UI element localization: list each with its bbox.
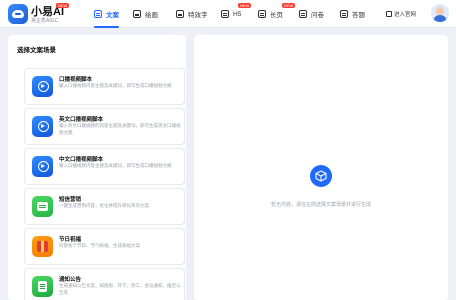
gift-icon bbox=[32, 236, 53, 257]
nav-item-long-page[interactable]: 长页 bbox=[258, 0, 283, 28]
document-icon bbox=[299, 10, 307, 18]
image-icon bbox=[176, 10, 184, 18]
scene-card-title: 通知公告 bbox=[59, 277, 82, 283]
scene-card-notice[interactable]: 通知公告 生成通知公告文案，如放假、开学、停工、会议通知、推迟公告等 bbox=[24, 268, 185, 300]
document-icon bbox=[221, 10, 229, 18]
scene-card-desc: 同意各个节日、节气祝福，生成祝福文案 bbox=[59, 243, 140, 248]
enter-website-link[interactable]: 进入官网 bbox=[386, 0, 416, 28]
scene-card-chinese-video[interactable]: 中文口播视频脚本 输入口播视频内容主题及关键词，即可生成口播视频文稿 bbox=[24, 148, 185, 185]
empty-state-text: 暂无内容，请在左侧选择文案场景并进行生成 bbox=[270, 202, 371, 208]
nav-item-effect-text[interactable]: 特效字 bbox=[176, 0, 208, 28]
scene-panel: 选择文案场景 口播视频脚本 输入口播视频内容主题及关键词，即可生成口播视频文稿 … bbox=[8, 35, 186, 300]
scene-card-title: 节日祝福 bbox=[59, 237, 82, 243]
notice-icon bbox=[32, 276, 53, 297]
nav-label: H5 bbox=[233, 10, 242, 18]
nav-label: 长页 bbox=[270, 12, 283, 19]
scene-card-oral-video[interactable]: 口播视频脚本 输入口播视频内容主题及关键词，即可生成口播视频文稿 bbox=[24, 68, 185, 105]
top-header: 小易AI NEW 易企秀AIGC 文案 绘画 特效字 H5 NEW 长页 NEW… bbox=[0, 0, 456, 28]
scene-card-sms-marketing[interactable]: 短信营销 一键生成营销内容，优化并提升转化率的文案 bbox=[24, 188, 185, 225]
enter-website-label: 进入官网 bbox=[394, 12, 417, 18]
nav-new-badge: NEW bbox=[282, 3, 296, 8]
avatar[interactable] bbox=[431, 4, 449, 22]
scene-card-desc: 输入口播视频内容主题及关键词，即可生成口播视频文稿 bbox=[59, 83, 172, 88]
nav-label: 绘画 bbox=[145, 12, 158, 19]
scene-card-english-video[interactable]: 英文口播视频脚本 输入英文口播视频的内容主题及关键词，即可生成英文口播视频文稿 bbox=[24, 108, 185, 145]
scene-card-title: 英文口播视频脚本 bbox=[59, 117, 104, 123]
document-icon bbox=[258, 10, 266, 18]
scene-card-holiday-wishes[interactable]: 节日祝福 同意各个节日、节气祝福，生成祝福文案 bbox=[24, 228, 185, 265]
scene-card-desc: 输入英文口播视频的内容主题及关键词，即可生成英文口播视频文稿 bbox=[59, 123, 181, 135]
document-icon bbox=[340, 10, 348, 18]
nav-item-survey[interactable]: 问卷 bbox=[299, 0, 324, 28]
nav-label: 文案 bbox=[106, 12, 119, 19]
scene-card-title: 口播视频脚本 bbox=[59, 77, 93, 83]
brand-subtitle: 易企秀AIGC bbox=[31, 18, 59, 24]
result-panel: 暂无内容，请在左侧选择文案场景并进行生成 bbox=[194, 35, 448, 300]
nav-item-copywriting[interactable]: 文案 bbox=[94, 0, 119, 28]
scene-card-desc: 输入口播视频内容主题及关键词，即可生成口播视频文稿 bbox=[59, 163, 172, 168]
nav-label: 问卷 bbox=[311, 12, 324, 19]
nav-new-badge: NEW bbox=[238, 3, 252, 8]
video-icon bbox=[32, 156, 53, 177]
cube-icon bbox=[310, 165, 332, 187]
scene-card-title: 中文口播视频脚本 bbox=[59, 157, 104, 163]
nav-item-painting[interactable]: 绘画 bbox=[133, 0, 158, 28]
document-icon bbox=[94, 10, 102, 18]
scene-card-desc: 一键生成营销内容，优化并提升转化率的文案 bbox=[59, 203, 149, 208]
image-icon bbox=[133, 10, 141, 18]
brand-new-badge: NEW bbox=[56, 3, 70, 8]
sms-icon bbox=[32, 196, 53, 217]
panel-title: 选择文案场景 bbox=[17, 47, 56, 54]
nav-item-quiz[interactable]: 答题 bbox=[340, 0, 365, 28]
logo-icon[interactable] bbox=[8, 4, 28, 24]
scene-card-desc: 生成通知公告文案，如放假、开学、停工、会议通知、推迟公告等 bbox=[59, 283, 181, 295]
scene-card-title: 短信营销 bbox=[59, 197, 82, 203]
video-icon bbox=[32, 116, 53, 137]
monitor-icon bbox=[386, 11, 392, 17]
nav-label: 答题 bbox=[352, 12, 365, 19]
video-icon bbox=[32, 76, 53, 97]
nav-label: 特效字 bbox=[188, 12, 208, 19]
